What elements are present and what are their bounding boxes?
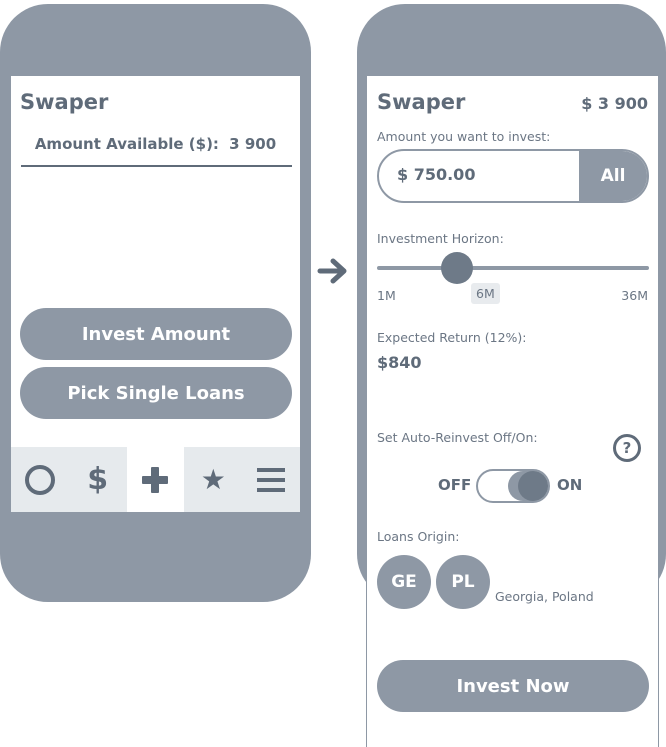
invest-now-button[interactable]: Invest Now — [377, 660, 649, 712]
toggle-off-label: OFF — [438, 476, 472, 494]
plus-icon — [142, 466, 169, 493]
amount-input[interactable]: $ 750.00 — [397, 165, 475, 184]
amount-available-value: 3 900 — [229, 135, 277, 153]
amount-input-group: $ 750.00 All — [377, 149, 649, 203]
amount-field-label: Amount you want to invest: — [377, 129, 551, 144]
tab-bar: $ ★ — [11, 447, 300, 512]
pick-single-loans-button[interactable]: Pick Single Loans — [20, 367, 292, 419]
menu-icon — [257, 467, 286, 492]
horizon-slider-track[interactable] — [377, 266, 649, 270]
tab-add[interactable] — [126, 447, 185, 512]
help-glyph: ? — [622, 439, 632, 457]
divider — [21, 165, 292, 167]
horizon-min-label: 1M — [377, 288, 396, 303]
tab-dollar[interactable]: $ — [69, 447, 127, 512]
circle-icon — [24, 464, 55, 495]
tab-menu[interactable] — [242, 447, 300, 512]
expected-return-value: $840 — [377, 353, 422, 372]
all-button[interactable]: All — [579, 151, 647, 201]
toggle-on-label: ON — [557, 476, 583, 494]
app-title: Swaper — [20, 90, 109, 114]
toggle-knob — [518, 471, 548, 501]
expected-return-label: Expected Return (12%): — [377, 330, 527, 345]
arrow-right-icon — [317, 258, 347, 284]
horizon-label: Investment Horizon: — [377, 231, 504, 246]
app-title-right: Swaper — [377, 90, 466, 114]
auto-reinvest-toggle[interactable] — [476, 469, 550, 503]
origin-pl-button[interactable]: PL — [436, 555, 490, 609]
amount-available: Amount Available ($): 3 900 — [11, 135, 300, 153]
tab-home[interactable] — [11, 447, 69, 512]
horizon-max-label: 36M — [621, 288, 648, 303]
auto-reinvest-label: Set Auto-Reinvest Off/On: — [377, 430, 538, 445]
right-phone-screen: Swaper $ 3 900 Amount you want to invest… — [367, 76, 658, 747]
star-icon: ★ — [200, 463, 226, 496]
invest-amount-button[interactable]: Invest Amount — [20, 308, 292, 360]
horizon-slider-handle[interactable] — [441, 252, 473, 284]
loans-origin-label: Loans Origin: — [377, 529, 460, 544]
dollar-icon: $ — [87, 462, 109, 497]
origin-countries-text: Georgia, Poland — [495, 589, 594, 604]
help-icon[interactable]: ? — [613, 434, 641, 462]
horizon-selected-label: 6M — [471, 283, 500, 304]
balance-value: $ 3 900 — [581, 94, 648, 113]
origin-ge-button[interactable]: GE — [377, 555, 431, 609]
amount-available-label: Amount Available ($): — [34, 135, 219, 153]
tab-favorites[interactable]: ★ — [184, 447, 242, 512]
